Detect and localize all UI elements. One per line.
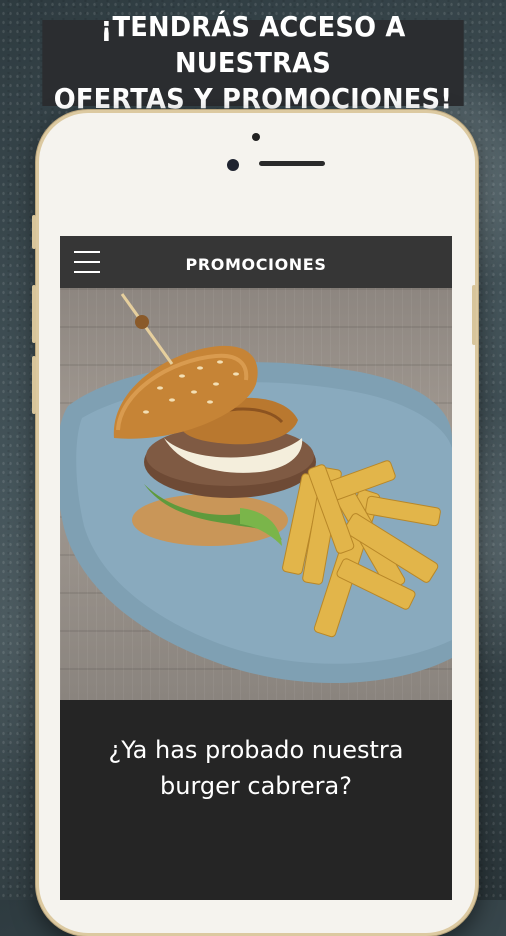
app-screen: PROMOCIONES ¿Ya has probado nuestra burg…: [60, 236, 452, 900]
page-title: PROMOCIONES: [185, 255, 327, 274]
burger-fries-illustration: [60, 293, 452, 683]
banner-line-1: ¡TENDRÁS ACCESO A NUESTRAS: [100, 10, 406, 79]
power-button: [472, 285, 476, 345]
promo-caption-text: ¿Ya has probado nuestra burger cabrera?: [108, 736, 404, 800]
mute-switch: [32, 215, 36, 249]
promo-banner: ¡TENDRÁS ACCESO A NUESTRAS OFERTAS Y PRO…: [42, 10, 464, 115]
earpiece-speaker: [259, 161, 325, 166]
promo-image[interactable]: [60, 288, 452, 700]
proximity-sensor: [252, 133, 260, 141]
volume-up-button: [32, 285, 36, 343]
volume-down-button: [32, 356, 36, 414]
promo-caption: ¿Ya has probado nuestra burger cabrera?: [60, 700, 452, 900]
app-header: PROMOCIONES: [60, 236, 452, 288]
front-camera: [227, 159, 239, 171]
